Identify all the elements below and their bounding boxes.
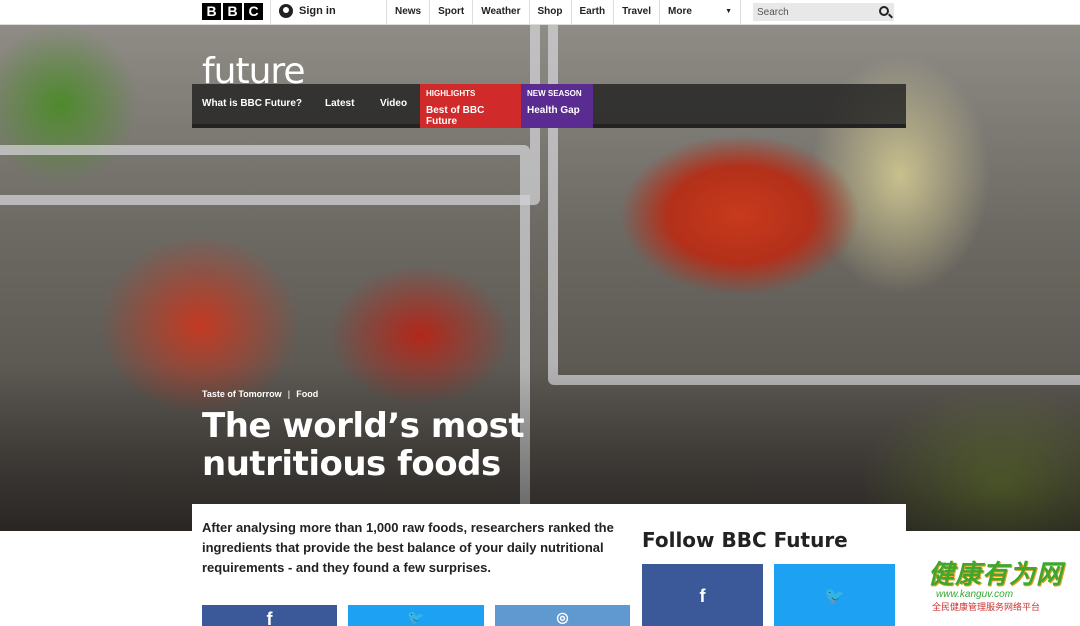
subnav-promo-new-season[interactable]: NEW SEASON Health Gap: [521, 84, 593, 128]
watermark-logo: 健康有为网 www.kanguv.com 全民健康管理服务网络平台: [928, 561, 1076, 621]
subnav-item-latest[interactable]: Latest: [325, 84, 354, 124]
facebook-icon: f: [266, 609, 273, 626]
article-tags: Taste of Tomorrow | Food: [202, 389, 318, 399]
sign-in-link[interactable]: Sign in: [279, 4, 336, 18]
share-facebook-button[interactable]: f: [202, 605, 337, 626]
search-box: [753, 3, 894, 21]
bbc-logo-letter: C: [244, 3, 263, 20]
share-reddit-button[interactable]: ◎: [495, 605, 630, 626]
article-body: After analysing more than 1,000 raw food…: [192, 504, 906, 626]
facebook-icon: f: [699, 586, 706, 606]
tag-taste-of-tomorrow[interactable]: Taste of Tomorrow: [202, 389, 282, 399]
nav-more-label: More: [668, 6, 692, 17]
nav-item-shop[interactable]: Shop: [528, 0, 571, 25]
chevron-down-icon: ▼: [725, 8, 732, 15]
reddit-icon: ◎: [556, 609, 569, 625]
watermark-title: 健康有为网: [928, 560, 1064, 590]
nav-item-earth[interactable]: Earth: [570, 0, 614, 25]
bbc-logo-letter: B: [202, 3, 221, 20]
foil-tray-right: [548, 25, 1080, 385]
twitter-icon: 🐦: [407, 609, 425, 625]
promo-title: Health Gap: [527, 105, 580, 116]
subnav-item-what-is[interactable]: What is BBC Future?: [202, 84, 302, 124]
hero-image: future What is BBC Future? Latest Video …: [0, 25, 1080, 531]
tag-food[interactable]: Food: [296, 389, 318, 399]
nav-item-weather[interactable]: Weather: [472, 0, 528, 25]
follow-facebook-button[interactable]: f: [642, 564, 763, 626]
bbc-logo-letter: B: [223, 3, 242, 20]
subnav-item-video[interactable]: Video: [380, 84, 407, 124]
follow-twitter-button[interactable]: 🐦: [774, 564, 895, 626]
user-icon: [279, 4, 293, 18]
sign-in-label: Sign in: [299, 5, 336, 17]
bbc-logo[interactable]: B B C: [202, 3, 263, 20]
nav-item-sport[interactable]: Sport: [429, 0, 472, 25]
article-headline: The world’s most nutritious foods: [202, 406, 525, 484]
subnav-promo-highlights[interactable]: HIGHLIGHTS Best of BBC Future: [420, 84, 521, 128]
promo-kicker: HIGHLIGHTS: [426, 89, 476, 98]
follow-title: Follow BBC Future: [642, 528, 848, 552]
bbc-global-header: B B C Sign in News Sport Weather Shop Ea…: [0, 0, 1080, 25]
watermark-subtitle: 全民健康管理服务网络平台: [932, 602, 1041, 612]
tag-separator: |: [287, 389, 291, 399]
search-icon[interactable]: [879, 6, 889, 16]
search-input[interactable]: [753, 3, 873, 21]
watermark-url: www.kanguv.com: [936, 589, 1014, 600]
future-subnav: What is BBC Future? Latest Video HIGHLIG…: [192, 84, 906, 128]
divider: [270, 0, 271, 25]
share-twitter-button[interactable]: 🐦: [348, 605, 484, 626]
promo-kicker: NEW SEASON: [527, 89, 582, 98]
nav-item-news[interactable]: News: [386, 0, 429, 25]
promo-title: Best of BBC Future: [426, 105, 485, 127]
nav-more-button[interactable]: More ▼: [659, 0, 741, 25]
global-nav: News Sport Weather Shop Earth Travel Mor…: [386, 0, 741, 25]
nav-item-travel[interactable]: Travel: [613, 0, 659, 25]
article-summary: After analysing more than 1,000 raw food…: [202, 520, 614, 575]
twitter-icon: 🐦: [824, 588, 845, 605]
